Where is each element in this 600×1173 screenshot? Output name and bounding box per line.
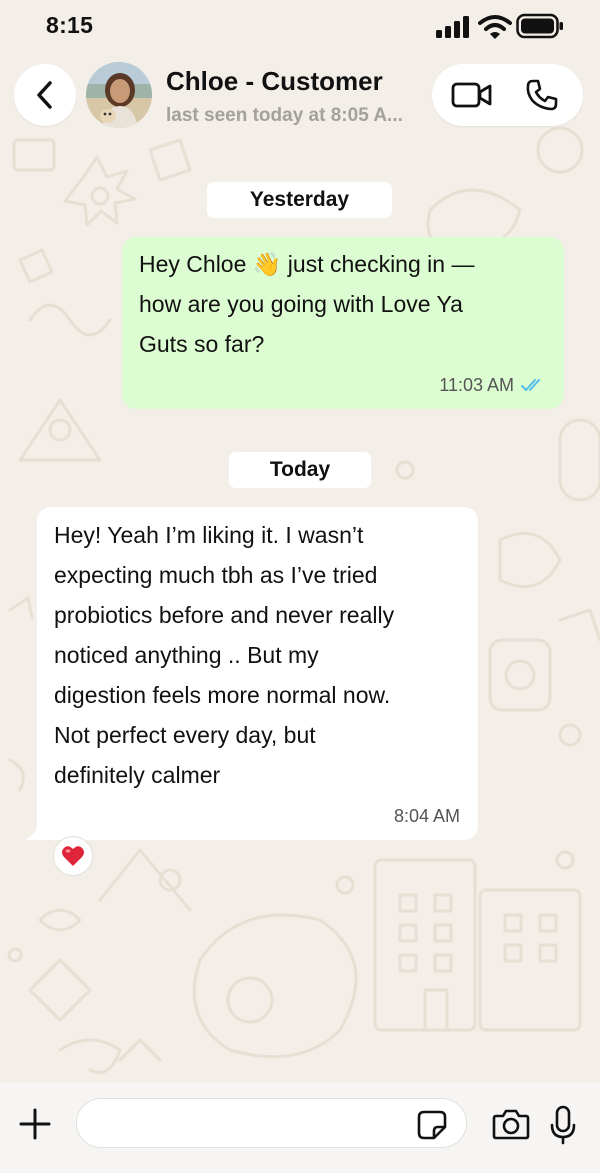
- heart-reaction-icon: [62, 846, 84, 866]
- camera-button[interactable]: [490, 1105, 532, 1143]
- back-button[interactable]: [14, 64, 76, 126]
- message-text: Hey Chloe 👋 just checking in — how are y…: [139, 251, 475, 357]
- wifi-icon: [478, 15, 512, 39]
- date-divider-today: Today: [229, 452, 371, 488]
- sticker-icon: [417, 1110, 447, 1140]
- last-seen-status: last seen today at 8:05 A...: [166, 105, 403, 126]
- message-meta: 11:03 AM: [439, 375, 546, 395]
- incoming-message-bubble[interactable]: Hey! Yeah I’m liking it. I wasn’t expect…: [37, 507, 478, 840]
- message-time: 8:04 AM: [393, 806, 460, 826]
- microphone-icon: [550, 1105, 576, 1145]
- message-input[interactable]: [76, 1098, 467, 1148]
- voice-message-button[interactable]: [545, 1103, 581, 1147]
- sticker-button[interactable]: [414, 1107, 450, 1143]
- contact-name[interactable]: Chloe - Customer: [166, 66, 383, 97]
- signal-icon: [436, 16, 469, 38]
- call-actions: [432, 64, 583, 126]
- message-composer: [0, 1083, 600, 1173]
- battery-icon: [516, 13, 563, 39]
- back-chevron-icon: [37, 81, 52, 109]
- status-time: 8:15: [46, 12, 94, 38]
- message-time: 11:03 AM: [439, 375, 514, 395]
- video-call-button[interactable]: [450, 78, 494, 112]
- status-bar: 8:15: [0, 0, 600, 54]
- contact-photo: [86, 62, 152, 128]
- message-text: Hey! Yeah I’m liking it. I wasn’t expect…: [54, 522, 395, 788]
- reaction-badge[interactable]: [53, 836, 93, 876]
- camera-icon: [492, 1109, 530, 1140]
- date-divider-yesterday: Yesterday: [207, 182, 392, 218]
- message-meta: 8:04 AM: [394, 806, 460, 826]
- read-receipt-icon: [521, 379, 540, 391]
- avatar[interactable]: [86, 62, 152, 128]
- video-camera-icon: [451, 82, 492, 108]
- voice-call-button[interactable]: [522, 76, 562, 114]
- outgoing-message-bubble[interactable]: Hey Chloe 👋 just checking in — how are y…: [122, 237, 564, 409]
- attach-button[interactable]: [14, 1103, 56, 1145]
- phone-icon: [526, 79, 558, 111]
- plus-icon: [19, 1108, 51, 1140]
